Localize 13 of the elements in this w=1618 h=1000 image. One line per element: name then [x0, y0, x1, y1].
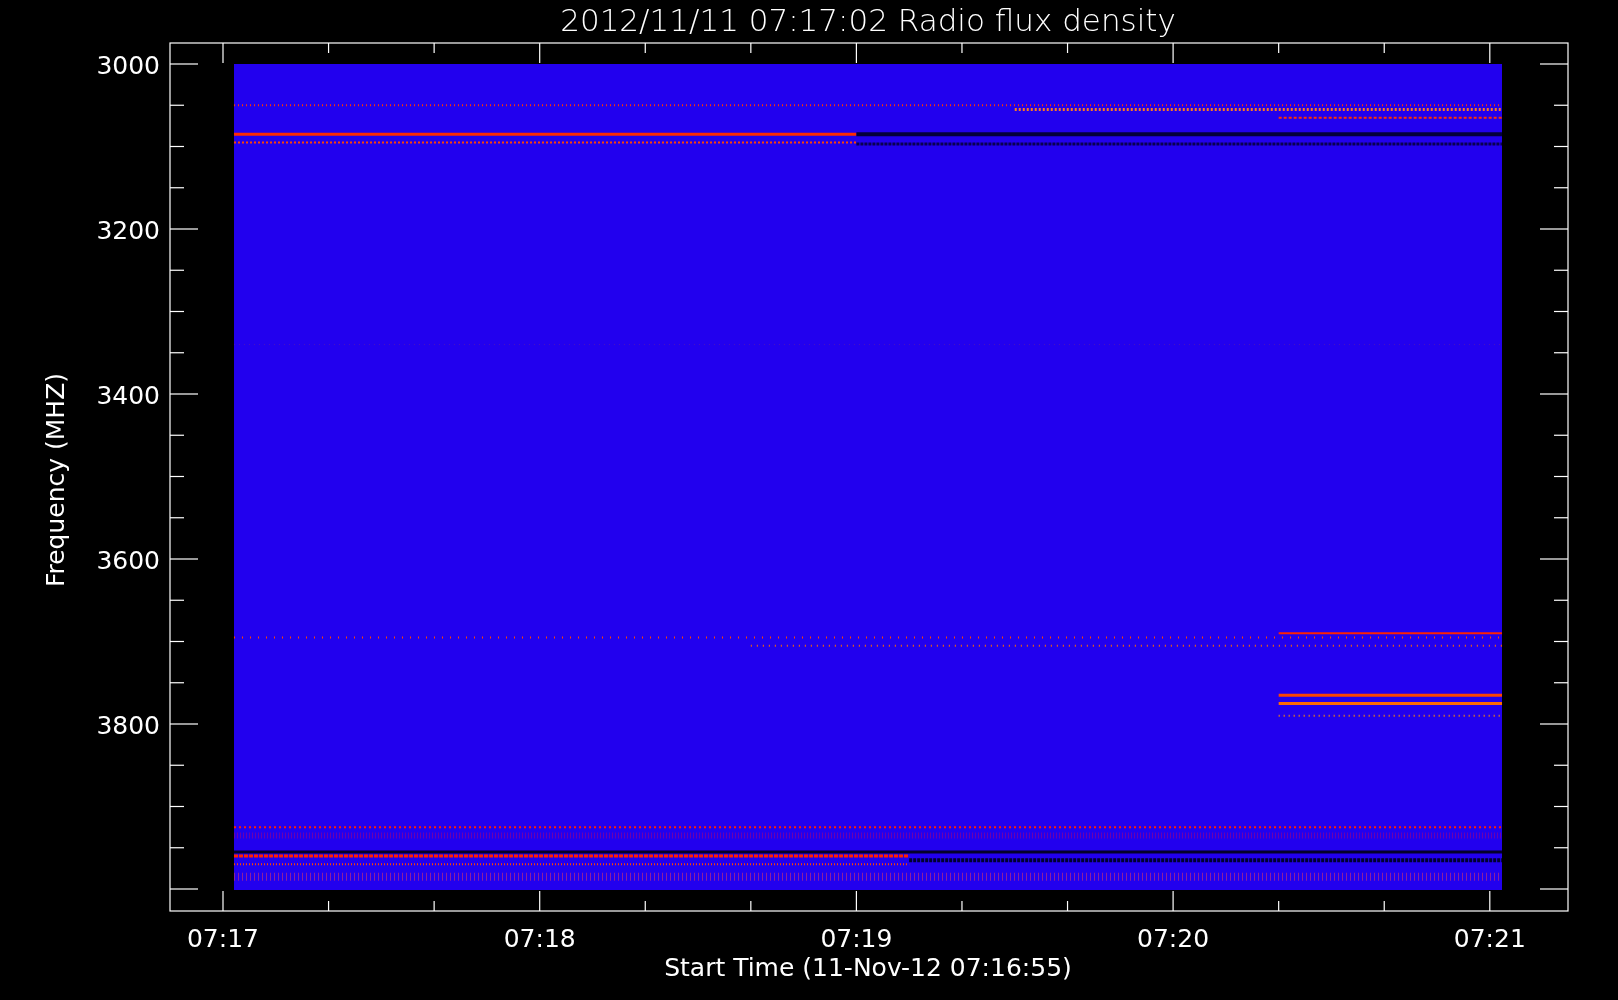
y-axis-label: Frequency (MHZ) [41, 372, 70, 588]
x-tick-label: 07:21 [1453, 924, 1526, 953]
y-tick-label: 3800 [96, 711, 160, 740]
x-tick-label: 07:19 [820, 924, 893, 953]
y-tick-label: 3200 [96, 216, 160, 245]
y-tick-label: 3400 [96, 381, 160, 410]
y-tick-label: 3000 [96, 51, 160, 80]
x-axis-label: Start Time (11-Nov-12 07:16:55) [664, 953, 1072, 982]
y-tick-label: 3600 [96, 546, 160, 575]
chart-title: 2012/11/11 07:17:02 Radio flux density [560, 2, 1176, 38]
x-tick-label: 07:17 [187, 924, 259, 953]
x-tick-label: 07:20 [1137, 924, 1210, 953]
x-tick-label: 07:18 [503, 924, 576, 953]
